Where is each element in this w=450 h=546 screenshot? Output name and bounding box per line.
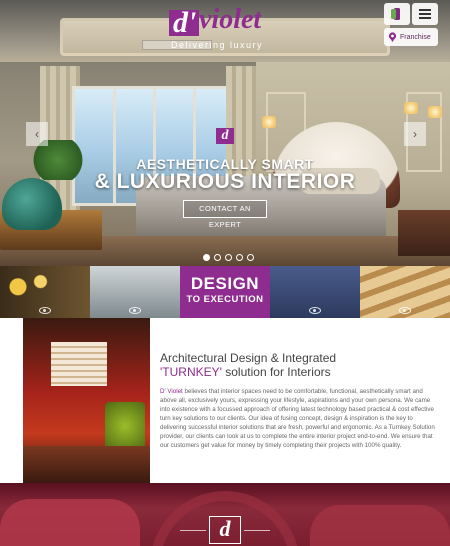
bottom-banner: d xyxy=(0,483,450,546)
gallery-tile[interactable] xyxy=(360,266,450,318)
hero-dresser xyxy=(398,210,450,256)
map-pin-icon xyxy=(388,32,397,42)
slider-dots xyxy=(203,254,254,261)
phone-button[interactable] xyxy=(384,3,410,25)
logo-tagline: Delivering luxury xyxy=(171,40,264,50)
hero-vase xyxy=(2,178,62,230)
gallery-tile[interactable] xyxy=(0,266,90,318)
about-brand-name: D' Violet xyxy=(160,388,183,395)
gallery-strip: DESIGN TO EXECUTION xyxy=(0,266,450,318)
banner-rule xyxy=(244,530,270,531)
slider-prev-button[interactable]: ‹ xyxy=(26,122,48,146)
banner-logo-mark: d xyxy=(209,516,241,544)
banner-chair xyxy=(0,499,140,546)
hero-heading-line2: & LUXURIOUS INTERIOR xyxy=(94,170,356,193)
slider-dot[interactable] xyxy=(203,254,210,261)
hamburger-menu-icon xyxy=(419,9,431,19)
slider-dot[interactable] xyxy=(214,254,221,261)
chevron-right-icon: › xyxy=(413,127,417,141)
slider-dot[interactable] xyxy=(236,254,243,261)
hero-logo-mark: d xyxy=(216,128,234,144)
banner-chair xyxy=(310,505,450,546)
slider-dot[interactable] xyxy=(247,254,254,261)
photo-floor xyxy=(23,446,150,483)
franchise-label: Franchise xyxy=(400,33,431,41)
franchise-button[interactable]: Franchise xyxy=(384,28,438,46)
logo-wordmark[interactable]: violet xyxy=(199,4,261,36)
phone-icon xyxy=(391,8,400,20)
design-subheading: TO EXECUTION xyxy=(186,294,264,305)
turnkey-highlight: 'TURNKEY' xyxy=(160,365,222,379)
about-photo xyxy=(23,318,150,483)
eye-icon xyxy=(39,307,51,314)
contact-expert-button[interactable]: CONTACT AN EXPERT xyxy=(183,200,267,229)
photo-blinds xyxy=(51,342,107,386)
hero-plant xyxy=(30,140,86,180)
about-title-rest: solution for Interiors xyxy=(221,365,331,379)
wall-lamp xyxy=(262,116,276,128)
about-body: D' Violet believes that interior spaces … xyxy=(160,387,440,450)
wall-lamp xyxy=(404,102,418,114)
design-to-execution-tile: DESIGN TO EXECUTION xyxy=(180,266,270,318)
slider-dot[interactable] xyxy=(225,254,232,261)
menu-button[interactable] xyxy=(412,3,438,25)
gallery-tile[interactable] xyxy=(90,266,180,318)
eye-icon xyxy=(309,307,321,314)
eye-icon xyxy=(129,307,141,314)
banner-rule xyxy=(180,530,206,531)
eye-icon xyxy=(399,307,411,314)
about-title-line1: Architectural Design & Integrated xyxy=(160,351,337,365)
about-title-line2: 'TURNKEY' solution for Interiors xyxy=(160,365,331,379)
hero-slider: d' violet Delivering luxury Franchise ‹ … xyxy=(0,0,450,266)
chevron-left-icon: ‹ xyxy=(35,127,39,141)
wall-lamp xyxy=(428,106,442,118)
gallery-tile[interactable] xyxy=(270,266,360,318)
logo-mark[interactable]: d' xyxy=(173,6,196,40)
design-heading: DESIGN xyxy=(190,274,260,293)
about-body-text: believes that interior spaces need to be… xyxy=(160,388,435,449)
slider-next-button[interactable]: › xyxy=(404,122,426,146)
